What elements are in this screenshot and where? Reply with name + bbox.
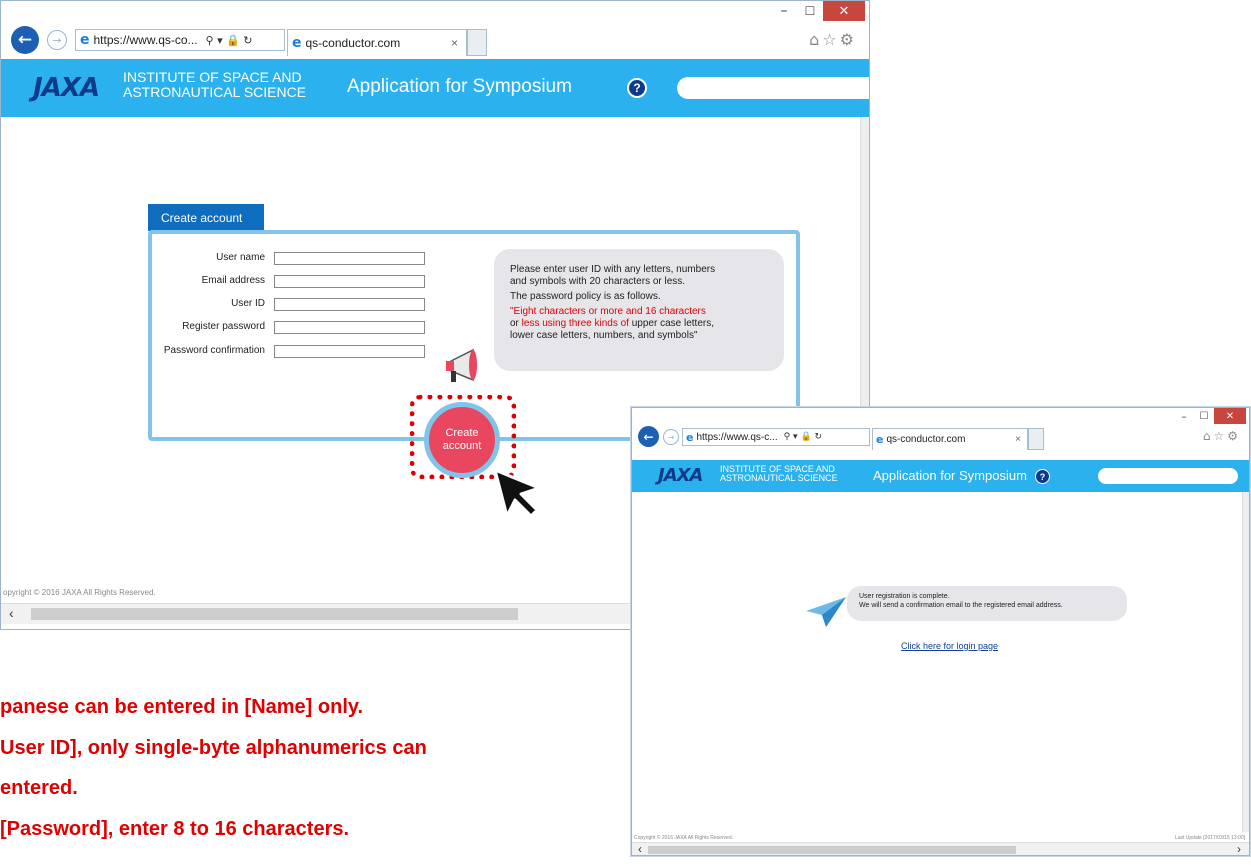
search-pill[interactable] [677, 77, 869, 99]
completion-line1: User registration is complete. [859, 593, 950, 600]
create-button-line2: account [442, 440, 482, 452]
footer-copyright: Copyright © 2016 JAXA All Rights Reserve… [634, 835, 734, 841]
window-controls: – ☐ ✕ [1174, 408, 1246, 424]
help-icon[interactable]: ? [627, 78, 647, 98]
search-pill[interactable] [1098, 468, 1238, 484]
app-title: Application for Symposium [873, 468, 1027, 483]
browser-chrome: – ☐ ✕ ← → e https://www.qs-co... ⚲ ▾ 🔒 ↻… [1, 1, 869, 59]
browser-tab[interactable]: e qs-conductor.com × [872, 428, 1028, 450]
bubble-line5-prefix: or [510, 318, 522, 329]
password-confirmation-input[interactable] [274, 345, 425, 358]
browser-tab[interactable]: e qs-conductor.com × [287, 29, 467, 56]
create-button-line1: Create [445, 427, 479, 439]
app-title: Application for Symposium [347, 76, 572, 97]
bubble-line5-red: less using three kinds of [521, 318, 629, 329]
email-address-input[interactable] [274, 275, 425, 288]
maximize-icon[interactable]: ☐ [797, 1, 823, 21]
scroll-right-icon[interactable]: › [1237, 842, 1241, 855]
institute-line2: ASTRONAUTICAL SCIENCE [720, 473, 838, 484]
address-bar[interactable]: e https://www.qs-c... ⚲ ▾ 🔒 ↻ [682, 428, 870, 446]
scroll-thumb[interactable] [648, 846, 1016, 854]
bubble-line5: or less using three kinds of upper case … [510, 318, 784, 330]
institute-line2: ASTRONAUTICAL SCIENCE [123, 83, 307, 100]
scroll-left-icon[interactable]: ‹ [638, 842, 642, 855]
bubble-line5-suffix: upper case letters, [628, 318, 714, 329]
bubble-line4: "Eight characters or more and 16 charact… [510, 306, 706, 317]
completion-message-bubble: User registration is complete. We will s… [847, 586, 1127, 621]
close-icon[interactable]: ✕ [1214, 408, 1246, 424]
mouse-cursor-icon [493, 468, 541, 518]
institute-line1: INSTITUTE OF SPACE AND [123, 69, 302, 85]
ie-favicon-icon: e [292, 35, 302, 51]
close-icon[interactable]: ✕ [823, 1, 865, 21]
note-1: panese can be entered in [Name] only. [0, 696, 364, 718]
password-policy-bubble: Please enter user ID with any letters, n… [494, 249, 784, 371]
back-arrow-icon[interactable]: ← [11, 26, 39, 54]
help-icon[interactable]: ? [1035, 469, 1050, 484]
label-password-confirmation: Password confirmation [163, 345, 265, 356]
institute-name: INSTITUTE OF SPACE AND ASTRONAUTICAL SCI… [720, 464, 838, 484]
url-text: https://www.qs-co... [93, 33, 198, 47]
label-user-id: User ID [231, 298, 265, 309]
completion-line2: We will send a confirmation email to the… [859, 602, 1063, 609]
vertical-scrollbar[interactable] [1242, 492, 1249, 832]
note-3: entered. [0, 777, 78, 799]
ie-favicon-icon: e [876, 433, 884, 446]
toolbar-icons[interactable]: ⌂☆⚙ [809, 30, 857, 49]
new-tab-button[interactable] [467, 29, 487, 56]
megaphone-icon [446, 348, 477, 382]
paper-plane-icon [806, 597, 846, 627]
back-arrow-icon[interactable]: ← [638, 426, 659, 447]
note-2: User ID], only single-byte alphanumerics… [0, 737, 427, 759]
bubble-line3: The password policy is as follows. [510, 291, 661, 302]
address-icons[interactable]: ⚲ ▾ 🔒 ↻ [206, 34, 253, 47]
institute-name: INSTITUTE OF SPACE AND ASTRONAUTICAL SCI… [123, 70, 306, 99]
maximize-icon[interactable]: ☐ [1194, 408, 1214, 424]
new-tab-button[interactable] [1028, 428, 1044, 450]
bubble-line2: and symbols with 20 characters or less. [510, 276, 686, 287]
label-email-address: Email address [201, 275, 265, 286]
header-band: JAXA INSTITUTE OF SPACE AND ASTRONAUTICA… [632, 460, 1249, 492]
browser-window-registration-complete: – ☐ ✕ ← → e https://www.qs-c... ⚲ ▾ 🔒 ↻ … [631, 407, 1250, 856]
user-name-input[interactable] [274, 252, 425, 265]
bubble-line1: Please enter user ID with any letters, n… [510, 264, 716, 275]
browser-chrome: – ☐ ✕ ← → e https://www.qs-c... ⚲ ▾ 🔒 ↻ … [632, 408, 1249, 460]
scroll-left-icon[interactable]: ‹ [9, 605, 14, 621]
close-tab-icon[interactable]: × [451, 36, 458, 50]
ie-favicon-icon: e [686, 430, 694, 444]
header-band: JAXA INSTITUTE OF SPACE AND ASTRONAUTICA… [1, 59, 869, 117]
tab-title: qs-conductor.com [886, 434, 966, 445]
window-controls: – ☐ ✕ [771, 1, 865, 21]
footer-last-update: Last Update [2017/03/15 13:00] [1174, 835, 1245, 841]
register-password-input[interactable] [274, 321, 425, 334]
jaxa-logo: JAXA [33, 73, 100, 103]
toolbar-icons[interactable]: ⌂☆⚙ [1203, 429, 1241, 443]
user-id-input[interactable] [274, 298, 425, 311]
forward-arrow-icon[interactable]: → [47, 30, 67, 50]
ie-favicon-icon: e [80, 32, 90, 48]
minimize-icon[interactable]: – [771, 1, 797, 21]
horizontal-scrollbar[interactable]: ‹ › [632, 842, 1249, 855]
address-icons[interactable]: ⚲ ▾ 🔒 ↻ [784, 432, 822, 442]
address-bar[interactable]: e https://www.qs-co... ⚲ ▾ 🔒 ↻ [75, 29, 285, 51]
scroll-thumb[interactable] [31, 608, 518, 620]
url-text: https://www.qs-c... [696, 431, 778, 443]
close-tab-icon[interactable]: × [1015, 434, 1021, 445]
login-page-link[interactable]: Click here for login page [901, 641, 998, 651]
label-user-name: User name [216, 252, 265, 263]
jaxa-logo: JAXA [658, 465, 703, 486]
minimize-icon[interactable]: – [1174, 408, 1194, 424]
label-register-password: Register password [182, 321, 265, 332]
note-4: [Password], enter 8 to 16 characters. [0, 818, 350, 840]
create-account-tab: Create account [148, 204, 264, 231]
bubble-line6: lower case letters, numbers, and symbols… [510, 330, 698, 341]
tab-title: qs-conductor.com [305, 36, 401, 50]
forward-arrow-icon[interactable]: → [663, 429, 679, 445]
